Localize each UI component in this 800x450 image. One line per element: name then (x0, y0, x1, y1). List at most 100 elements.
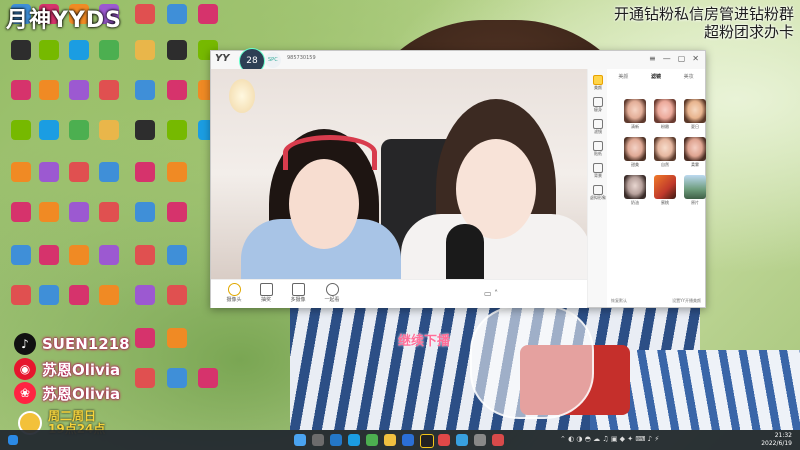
multi-camera-button[interactable]: 多摄像 (285, 283, 311, 304)
desktop-icon[interactable] (6, 202, 36, 238)
desktop-icon[interactable] (162, 368, 192, 404)
taskbar-app-2-icon[interactable] (438, 434, 450, 446)
desktop-icon[interactable] (6, 40, 36, 76)
desktop-icon[interactable] (94, 120, 124, 156)
tab-makeup[interactable]: 美妆 (684, 73, 694, 80)
desktop-icon[interactable] (34, 40, 64, 76)
taskbar-app-5-icon[interactable] (492, 434, 504, 446)
desktop-icon[interactable] (6, 285, 36, 321)
taskbar-task-view-icon[interactable] (330, 434, 342, 446)
desktop-icon[interactable] (130, 4, 160, 40)
video-record-icon[interactable]: ▭ ˄ (484, 289, 498, 298)
desktop-icon[interactable] (94, 202, 124, 238)
filter-item[interactable]: 清新 (623, 99, 647, 133)
tab-beauty[interactable]: 美颜 (618, 73, 628, 80)
desktop-icon[interactable] (64, 245, 94, 281)
yy-live-window[interactable]: YY 28 SPC 98573015​9 ≡ — ▢ ✕ (210, 48, 707, 308)
desktop-icon[interactable] (130, 162, 160, 198)
desktop-icon[interactable] (64, 40, 94, 76)
desktop-icon[interactable] (130, 80, 160, 116)
lottery-button[interactable]: 抽奖 (253, 283, 279, 304)
camera-button[interactable]: 摄像头 (221, 283, 247, 304)
desktop-icon[interactable] (130, 40, 160, 76)
app-icon (11, 285, 31, 305)
desktop-icon[interactable] (130, 368, 160, 404)
desktop-icon[interactable] (162, 245, 192, 281)
beauty-settings-link[interactable]: 设置YY开播美颜 (672, 298, 701, 304)
side-nav-item[interactable]: 美颜 (588, 75, 608, 91)
menu-icon[interactable]: ≡ (649, 54, 656, 64)
start-menu-icon[interactable] (8, 435, 18, 445)
desktop-icon[interactable] (64, 162, 94, 198)
filter-item[interactable]: 蜜桃 (653, 175, 677, 209)
app-icon (135, 4, 155, 24)
desktop-icon[interactable] (34, 285, 64, 321)
minimize-icon[interactable]: — (663, 54, 671, 64)
filter-item[interactable]: 自然 (653, 137, 677, 171)
desktop-icon[interactable] (94, 245, 124, 281)
filter-item[interactable]: 原片 (683, 175, 707, 209)
taskbar-clock[interactable]: 21:32 2022/6/19 (761, 432, 792, 448)
desktop-icon[interactable] (130, 120, 160, 156)
filter-item[interactable]: 奶油 (623, 175, 647, 209)
desktop-icon[interactable] (162, 120, 192, 156)
desktop-icon[interactable] (64, 202, 94, 238)
filter-item[interactable]: 甜美 (623, 137, 647, 171)
desktop-icon[interactable] (162, 40, 192, 76)
desktop-icon[interactable] (34, 80, 64, 116)
desktop-icon[interactable] (94, 40, 124, 76)
taskbar-app-4-icon[interactable] (474, 434, 486, 446)
taskbar-windows-icon[interactable] (294, 434, 306, 446)
taskbar-chrome-icon[interactable] (366, 434, 378, 446)
reset-default-link[interactable]: 恢复默认 (611, 298, 627, 304)
desktop-icon[interactable] (130, 202, 160, 238)
close-icon[interactable]: ✕ (692, 54, 699, 64)
filter-item[interactable]: 粉嫩 (653, 99, 677, 133)
desktop-icon[interactable] (162, 202, 192, 238)
desktop-icon[interactable] (130, 328, 160, 364)
taskbar-folder-icon[interactable] (384, 434, 396, 446)
filter-thumbnail (624, 137, 646, 161)
desktop-icon[interactable] (6, 80, 36, 116)
desktop-icon[interactable] (34, 162, 64, 198)
desktop-icon[interactable] (94, 285, 124, 321)
desktop-icon[interactable] (162, 80, 192, 116)
desktop-icon[interactable] (130, 245, 160, 281)
desktop-icon[interactable] (94, 162, 124, 198)
filter-item[interactable]: 夏日 (683, 99, 707, 133)
desktop-icon[interactable] (64, 285, 94, 321)
desktop-icon[interactable] (130, 285, 160, 321)
desktop-icon[interactable] (6, 245, 36, 281)
side-nav-label: 美颜 (594, 85, 602, 90)
desktop-icon[interactable] (162, 285, 192, 321)
desktop-icon[interactable] (34, 245, 64, 281)
desktop-icon[interactable] (94, 80, 124, 116)
desktop-icon[interactable] (162, 328, 192, 364)
side-nav-item[interactable]: 瘦身 (588, 97, 608, 113)
taskbar-search-icon[interactable] (312, 434, 324, 446)
side-nav-item[interactable]: 背景 (588, 163, 608, 179)
desktop-icon[interactable] (64, 120, 94, 156)
taskbar-edge-icon[interactable] (348, 434, 360, 446)
desktop-icon[interactable] (34, 202, 64, 238)
side-nav-item[interactable]: 贴纸 (588, 141, 608, 157)
taskbar-yy-icon[interactable] (420, 434, 434, 448)
taskbar-app-3-icon[interactable] (456, 434, 468, 446)
side-nav-item[interactable]: 滤镜 (588, 119, 608, 135)
desktop-icon[interactable] (6, 162, 36, 198)
desktop-icon[interactable] (64, 80, 94, 116)
maximize-icon[interactable]: ▢ (678, 54, 686, 64)
desktop-icon[interactable] (162, 4, 192, 40)
filter-item[interactable]: 柔雾 (683, 137, 707, 171)
taskbar-app-icon[interactable] (402, 434, 414, 446)
system-tray-icons[interactable]: ⌃ ◐ ◑ ◓ ☁ ♫ ▣ ◆ ✦ ⌨ ♪ ⚡ (560, 435, 659, 443)
desktop-icon[interactable] (6, 120, 36, 156)
tab-filter[interactable]: 滤镜 (651, 73, 661, 80)
desktop-icon[interactable] (34, 120, 64, 156)
watch-together-button[interactable]: 一起看 (319, 283, 345, 304)
desktop-icon[interactable] (193, 368, 223, 404)
yy-title-bar[interactable]: YY 28 SPC 98573015​9 ≡ — ▢ ✕ (211, 48, 705, 74)
side-nav-item[interactable]: 虚拟形象 (588, 185, 608, 201)
desktop-icon[interactable] (193, 4, 223, 40)
desktop-icon[interactable] (162, 162, 192, 198)
